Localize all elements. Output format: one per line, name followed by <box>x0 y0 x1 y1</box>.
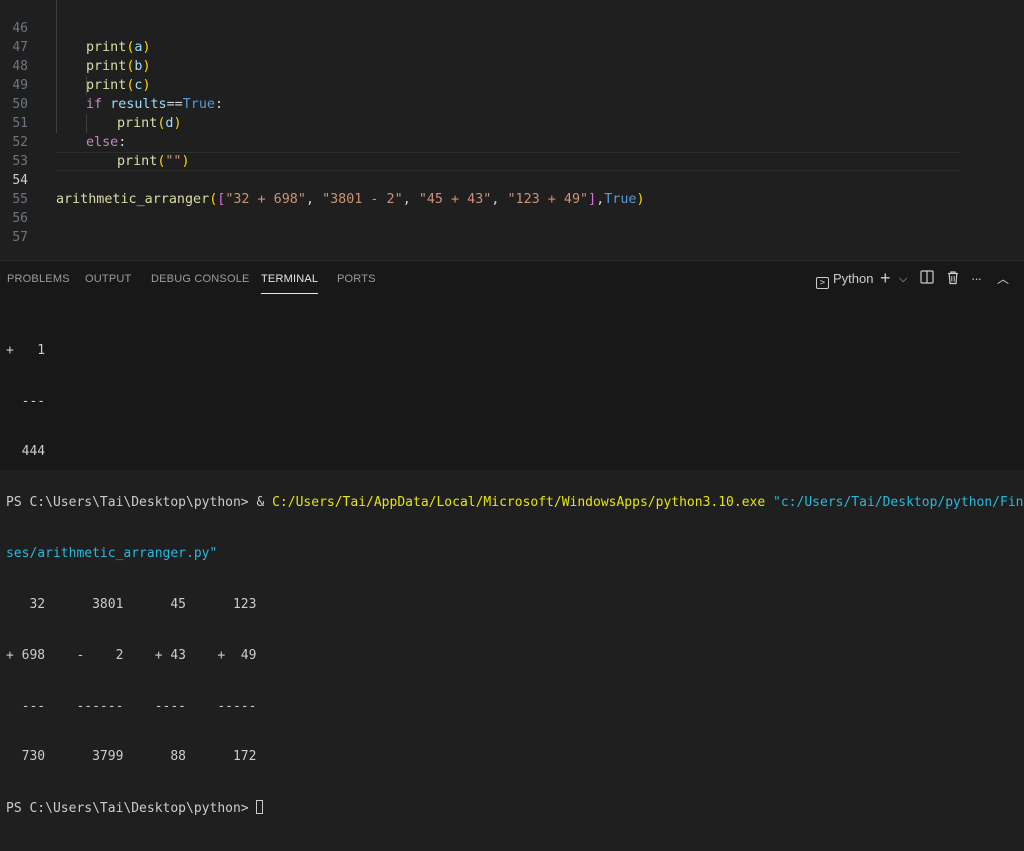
tab-output[interactable]: OUTPUT <box>85 261 131 297</box>
code-line: 50 print(d) <box>0 76 1024 131</box>
terminal-line: 444 <box>6 444 46 460</box>
terminal-line: 32 3801 45 123 <box>6 596 257 612</box>
python-exe-path: C:/Users/Tai/AppData/Local/Microsoft/Win… <box>272 495 766 511</box>
terminal-line: ses/arithmetic_arranger.py" <box>6 546 218 562</box>
code-line: 49 if results==True: <box>0 57 1024 112</box>
code-line: 48 print(c) <box>0 38 1024 93</box>
terminal-prompt: PS C:\Users\Tai\Desktop\python> <box>6 495 257 511</box>
terminal-cursor <box>256 800 264 815</box>
script-path: "c:/Users/Tai/Desktop/python/Final Exerc… <box>773 495 1024 511</box>
tab-ports[interactable]: PORTS <box>337 261 376 297</box>
terminal-prompt: PS C:\Users\Tai\Desktop\python> <box>6 801 257 817</box>
terminal-command-line: PS C:\Users\Tai\Desktop\python> & C:/Use… <box>6 495 1024 512</box>
split-terminal-icon[interactable] <box>920 270 934 288</box>
code-line: 54 arithmetic_arranger(["32 + 698", "380… <box>0 152 1024 207</box>
terminal-selector[interactable]: > Python <box>816 270 874 289</box>
terminal-line: 730 3799 88 172 <box>6 749 257 765</box>
terminal-line: --- ------ ---- ----- <box>6 698 257 714</box>
maximize-panel-icon[interactable]: ︿ <box>997 270 1009 288</box>
terminal-icon: > <box>816 277 829 289</box>
code-line: 53 <box>0 133 1024 169</box>
line-number: 57 <box>12 230 28 245</box>
code-line: 47 print(b) <box>0 19 1024 74</box>
code-line: 52 print("") <box>0 114 1024 169</box>
terminal-line: + 698 - 2 + 43 + 49 <box>6 647 257 663</box>
new-terminal-icon[interactable]: + <box>880 269 891 287</box>
more-actions-icon[interactable]: ··· <box>971 270 982 288</box>
code-line: 55 <box>0 171 1024 207</box>
terminal-line: + 1 <box>6 342 46 358</box>
panel-tabs: PROBLEMS OUTPUT DEBUG CONSOLE TERMINAL P… <box>0 261 1024 297</box>
code-line: 46 print(a) <box>0 0 1024 55</box>
code-line: 51 else: <box>0 95 1024 150</box>
tab-problems[interactable]: PROBLEMS <box>7 261 70 297</box>
code-editor[interactable]: 46 print(a) 47 print(b) 48 print(c) 49 i… <box>0 0 1024 260</box>
terminal-output[interactable]: + 1 --- 444 PS C:\Users\Tai\Desktop\pyth… <box>6 309 1024 851</box>
code-line: 56 <box>0 190 1024 226</box>
terminal-prompt-line: PS C:\Users\Tai\Desktop\python> <box>6 800 1024 817</box>
code-line: 57 <box>0 209 1024 245</box>
terminal-line: --- <box>6 393 46 409</box>
terminal-name: Python <box>833 271 874 286</box>
tab-debug-console[interactable]: DEBUG CONSOLE <box>151 261 250 297</box>
trash-icon[interactable] <box>946 270 960 288</box>
chevron-down-icon[interactable]: ⌵ <box>899 270 907 288</box>
tab-terminal[interactable]: TERMINAL <box>261 261 319 297</box>
bottom-panel: PROBLEMS OUTPUT DEBUG CONSOLE TERMINAL P… <box>0 260 1024 816</box>
